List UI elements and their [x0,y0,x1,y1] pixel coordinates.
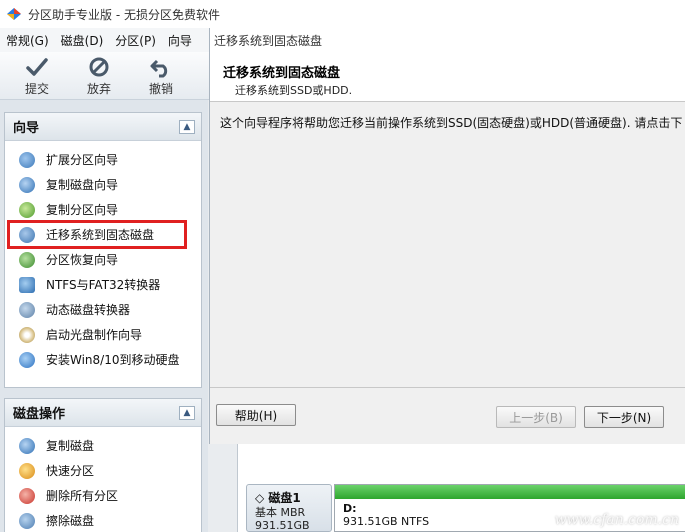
help-button[interactable]: 帮助(H) [216,404,296,426]
wipe-disk-icon [19,512,35,529]
disk-op-label: 复制磁盘 [46,439,95,453]
wizard-item-label: 安装Win8/10到移动硬盘 [46,353,180,367]
disk-operations-header[interactable]: 磁盘操作 ▲ [5,399,201,427]
apply-label: 提交 [24,82,49,96]
wizard-item-migrate-os[interactable]: 迁移系统到固态磁盘 [7,220,187,249]
wizard-item-dynamic-disk[interactable]: 动态磁盘转换器 [5,297,201,322]
recover-partition-icon [19,251,35,268]
migrate-os-icon [19,226,35,243]
wizard-item-boot-disc[interactable]: 启动光盘制作向导 [5,322,201,347]
disk-map: ◇ 磁盘1 基本 MBR 931.51GB D: 931.51GB NTFS w… [237,444,685,532]
watermark: www.cfan.com.cn [554,512,679,528]
dialog-header: 迁移系统到固态磁盘 迁移系统到SSD或HDD. [210,52,685,102]
win-to-go-icon [19,351,35,368]
apply-button[interactable]: 提交 [6,52,68,97]
dialog-header-subtitle: 迁移系统到SSD或HDD. [235,84,353,97]
disk-op-label: 快速分区 [46,464,95,478]
disk-operations-panel: 磁盘操作 ▲ 复制磁盘 快速分区 删除所有分区 擦除磁盘 [4,398,202,532]
discard-icon [89,57,109,77]
undo-button[interactable]: 撤销 [130,52,192,97]
delete-partitions-icon [19,487,35,504]
dialog-body: 这个向导程序将帮助您迁移当前操作系统到SSD(固态硬盘)或HDD(普通硬盘). … [210,102,685,388]
check-icon [26,58,48,76]
disk-card[interactable]: ◇ 磁盘1 基本 MBR 931.51GB [246,484,332,532]
sidebar: 向导 ▲ 扩展分区向导 复制磁盘向导 复制分区向导 迁移系统到固态磁盘 分区恢复… [0,100,208,532]
dialog-description: 这个向导程序将帮助您迁移当前操作系统到SSD(固态硬盘)或HDD(普通硬盘). … [220,116,683,130]
menu-wizard[interactable]: 向导 [162,32,198,49]
undo-icon [150,59,168,78]
wizard-item-convert-fs[interactable]: NTFS与FAT32转换器 [5,272,201,297]
wizard-panel-title: 向导 [13,121,40,136]
window-title: 分区助手专业版 - 无损分区免费软件 [28,7,220,22]
discard-button[interactable]: 放弃 [68,52,130,97]
collapse-disk-ops-icon[interactable]: ▲ [179,405,195,420]
dynamic-disk-icon [19,301,35,318]
disk-op-wipe-disk[interactable]: 擦除磁盘 [5,508,201,532]
wizard-item-label: 复制分区向导 [46,203,119,217]
dialog-title: 迁移系统到固态磁盘 [214,33,323,48]
wizard-item-label: 动态磁盘转换器 [46,303,131,317]
partition-usage-bar [335,485,685,499]
menu-partition[interactable]: 分区(P) [109,32,162,49]
wizard-item-copy-disk[interactable]: 复制磁盘向导 [5,172,201,197]
discard-label: 放弃 [86,82,111,96]
disk-op-delete-partitions[interactable]: 删除所有分区 [5,483,201,508]
dialog-header-title: 迁移系统到固态磁盘 [223,66,341,81]
wizard-item-win-to-go[interactable]: 安装Win8/10到移动硬盘 [5,347,201,372]
quick-partition-icon [19,462,35,479]
undo-label: 撤销 [148,82,173,96]
disk-op-copy-disk[interactable]: 复制磁盘 [5,433,201,458]
disk-operations-title: 磁盘操作 [13,407,66,422]
wizard-item-label: 迁移系统到固态磁盘 [46,228,155,242]
menu-bar: 常规(G) 磁盘(D) 分区(P) 向导 [0,28,210,52]
dialog-title-bar: 迁移系统到固态磁盘 [210,28,685,52]
previous-button[interactable]: 上一步(B) [496,406,576,428]
copy-disk-icon [19,437,35,454]
menu-general[interactable]: 常规(G) [0,32,55,49]
wizard-panel: 向导 ▲ 扩展分区向导 复制磁盘向导 复制分区向导 迁移系统到固态磁盘 分区恢复… [4,112,202,388]
disk-op-quick-partition[interactable]: 快速分区 [5,458,201,483]
app-logo-icon [7,8,21,20]
wizard-item-label: NTFS与FAT32转换器 [46,278,161,292]
wizard-item-label: 复制磁盘向导 [46,178,119,192]
wizard-item-label: 扩展分区向导 [46,153,119,167]
convert-fs-icon [19,276,35,293]
collapse-wizard-icon[interactable]: ▲ [179,119,195,134]
wizard-item-recover-partition[interactable]: 分区恢复向导 [5,247,201,272]
wizard-item-label: 启动光盘制作向导 [46,328,143,342]
wizard-item-copy-partition[interactable]: 复制分区向导 [5,197,201,222]
disk-size: 931.51GB [255,519,310,532]
disk-type: 基本 MBR [255,506,306,519]
copy-disk-icon [19,176,35,193]
extend-partition-icon [19,151,35,168]
wizard-panel-header[interactable]: 向导 ▲ [5,113,201,141]
wizard-item-label: 分区恢复向导 [46,253,119,267]
boot-disc-icon [19,326,35,343]
disk-op-label: 擦除磁盘 [46,514,95,528]
title-bar: 分区助手专业版 - 无损分区免费软件 [0,0,685,28]
disk-op-label: 删除所有分区 [46,489,119,503]
copy-partition-icon [19,201,35,218]
next-button[interactable]: 下一步(N) [584,406,664,428]
migrate-os-dialog: 迁移系统到固态磁盘 迁移系统到固态磁盘 迁移系统到SSD或HDD. 这个向导程序… [209,28,685,444]
wizard-item-extend-partition[interactable]: 扩展分区向导 [5,147,201,172]
menu-disk[interactable]: 磁盘(D) [55,32,110,49]
toolbar: 提交 放弃 撤销 [0,52,210,100]
disk-name: ◇ 磁盘1 [255,491,301,505]
